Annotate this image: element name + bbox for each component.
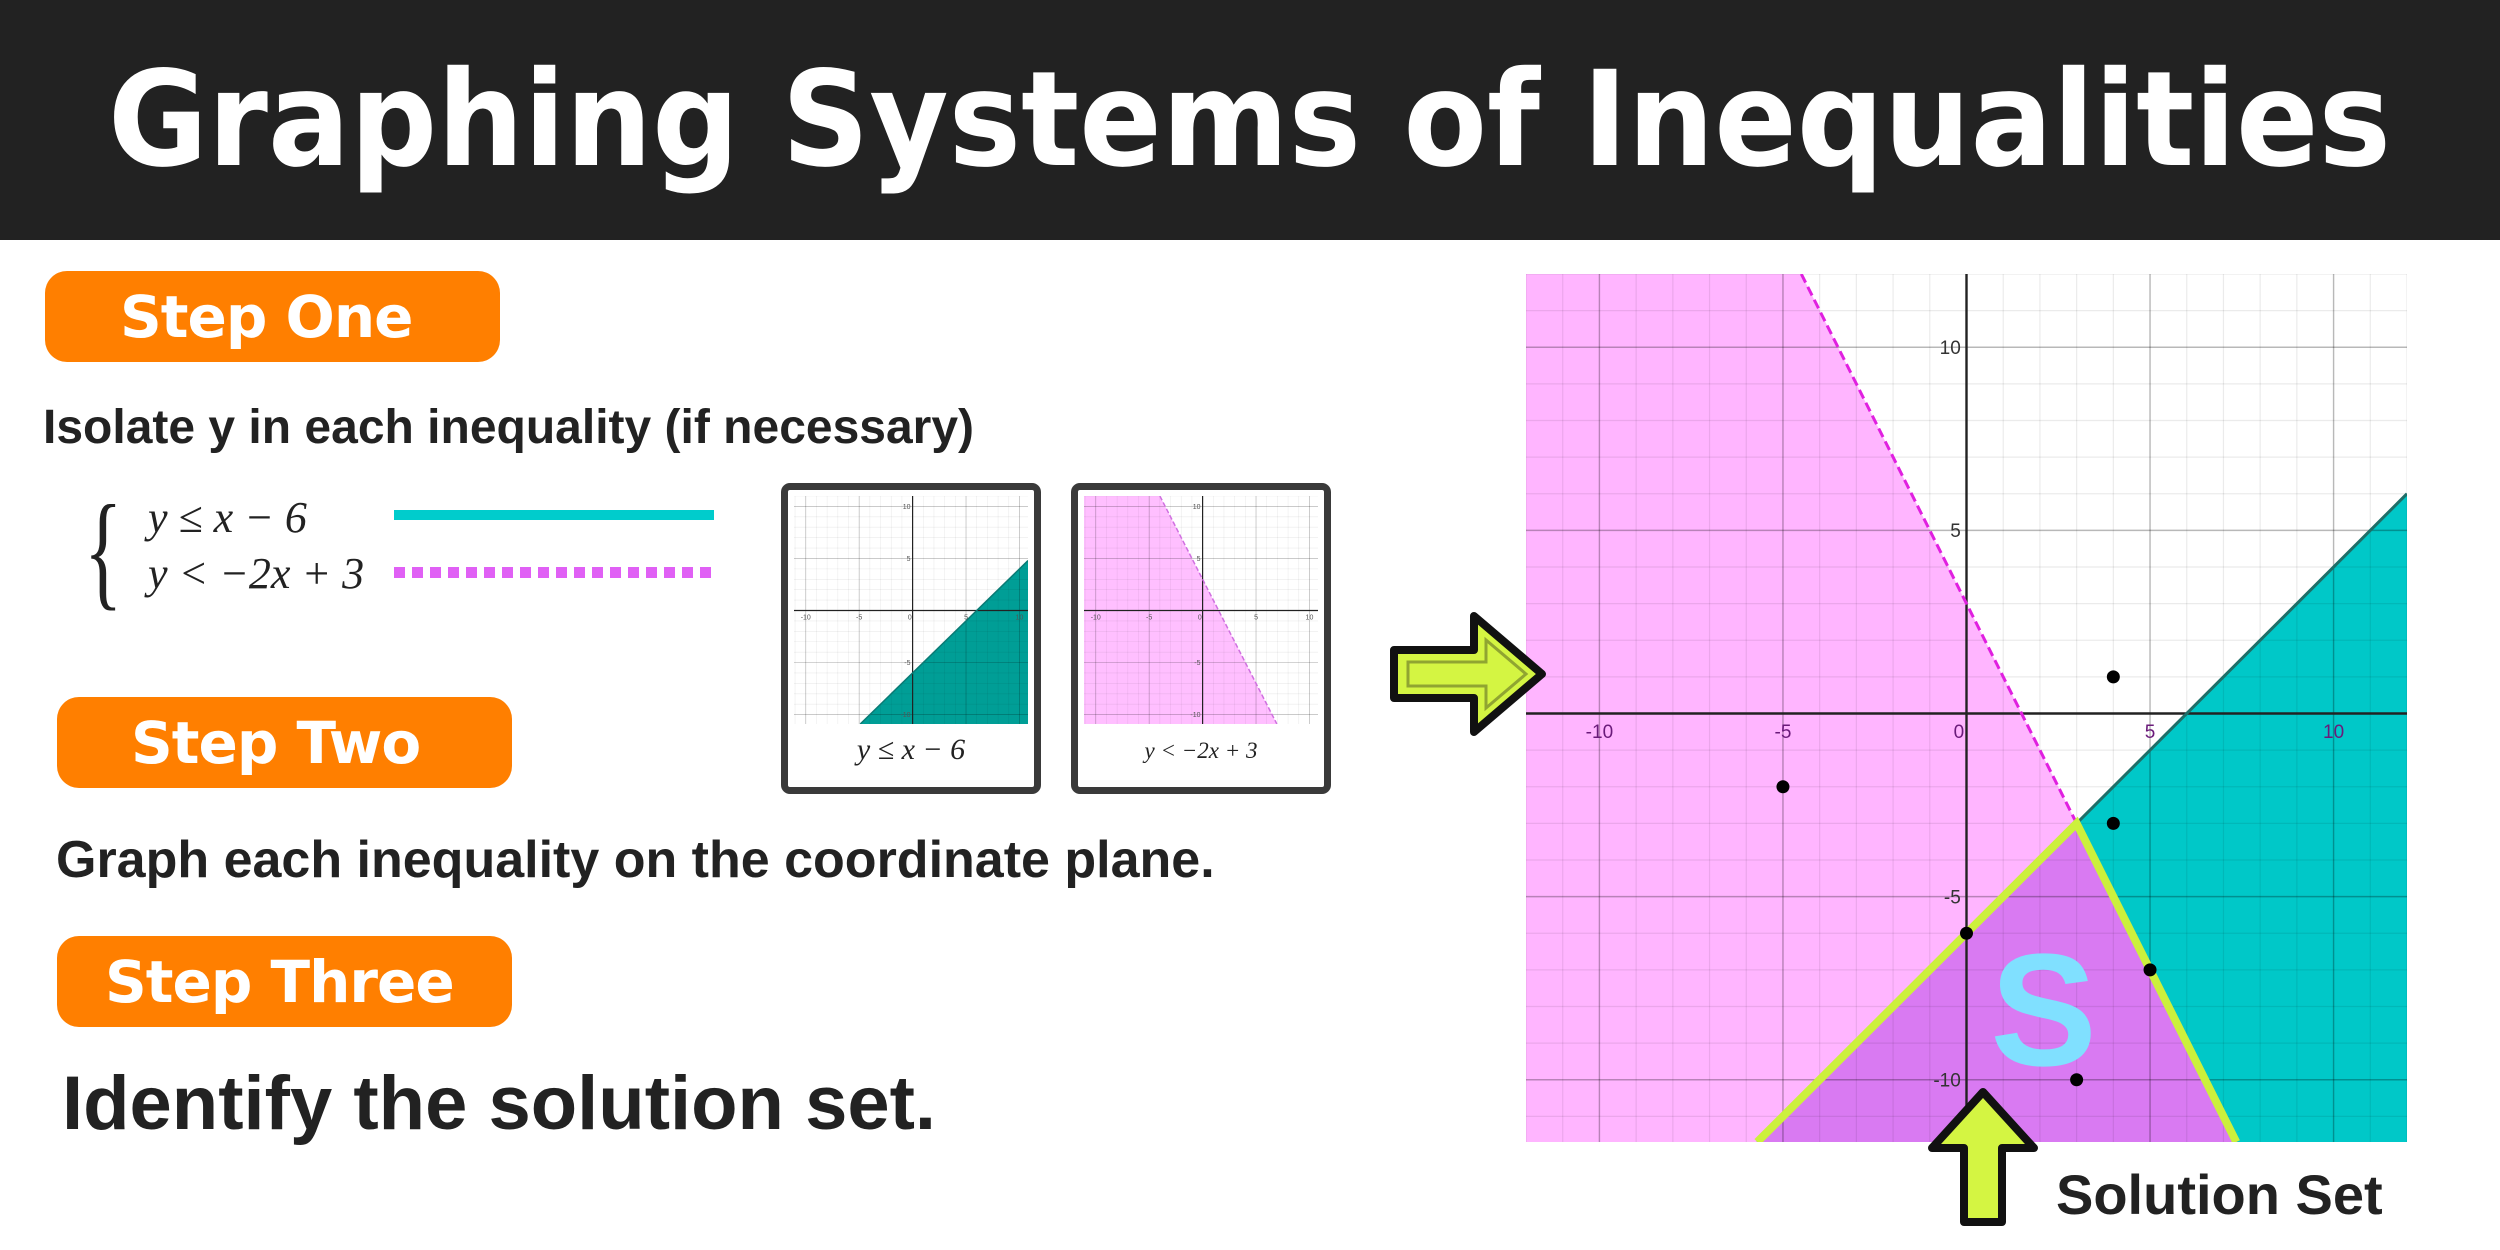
step-two-badge: Step Two [57, 697, 512, 788]
y-tick-label: 5 [1197, 556, 1201, 563]
thumbnail-card-1: -10 -5 0 5 10 10 5 -5 -10 y ≤ x − 6 [781, 483, 1041, 794]
x-tick-label: -10 [1091, 615, 1101, 622]
x-tick-label: -5 [1146, 615, 1152, 622]
page-title: Graphing Systems of Inequalities [108, 43, 2391, 197]
y-tick-label: 5 [907, 556, 911, 563]
x-tick-label: 5 [964, 615, 968, 622]
data-point [2106, 816, 2120, 830]
step-two-text: Graph each inequality on the coordinate … [56, 831, 1215, 889]
equation-1: y ≤ x − 6 [148, 493, 307, 542]
x-tick-label: 0 [1954, 722, 1965, 743]
x-tick-label: 5 [1254, 615, 1258, 622]
title-svg: Graphing Systems of Inequalities [108, 43, 2391, 197]
y-tick-label: -5 [1194, 660, 1200, 667]
y-tick-label: 10 [1193, 504, 1201, 511]
solution-label: S [1990, 920, 2097, 1099]
arrow-up-icon [1928, 1088, 2038, 1226]
data-point [1776, 780, 1790, 794]
data-point [2143, 963, 2157, 977]
y-tick-label: -10 [1190, 712, 1200, 719]
step-three-badge: Step Three [57, 936, 512, 1027]
y-tick-label: 10 [903, 504, 911, 511]
step-three-label: Step Three [105, 947, 455, 1016]
x-tick-label: 10 [2323, 722, 2344, 743]
thumbnail-graph-2: -10 -5 0 5 10 10 5 -5 -10 [1084, 496, 1318, 724]
solid-line-legend [394, 510, 714, 520]
step-two-label: Step Two [131, 708, 421, 777]
step-one-text: Isolate y in each inequality (if necessa… [43, 401, 975, 454]
dotted-line-legend [394, 567, 714, 578]
thumbnail-card-2: -10 -5 0 5 10 10 5 -5 -10 y < −2x + 3 [1071, 483, 1331, 794]
x-tick-label: -10 [801, 615, 811, 622]
step-one-badge: Step One [45, 271, 500, 362]
thumbnail-caption-1: y ≤ x − 6 [856, 733, 966, 766]
data-point [2106, 670, 2120, 684]
x-tick-label: 10 [1306, 615, 1314, 622]
arrow-right-icon [1390, 612, 1546, 736]
y-tick-label: 5 [1950, 521, 1961, 542]
x-tick-label: 0 [908, 615, 912, 622]
y-tick-label: 10 [1940, 338, 1961, 359]
x-tick-label: 0 [1198, 615, 1202, 622]
y-tick-label: -5 [1944, 887, 1961, 908]
step-three-text: Identify the solution set. [62, 1061, 937, 1146]
equation-2: y < −2x + 3 [148, 549, 365, 598]
x-tick-label: -10 [1586, 722, 1613, 743]
x-tick-label: -5 [1775, 722, 1792, 743]
header-bar: Graphing Systems of Inequalities [0, 0, 2500, 240]
system-brace: { [84, 481, 123, 623]
x-tick-label: 5 [2145, 722, 2156, 743]
step-one-label: Step One [120, 282, 413, 351]
x-tick-label: -5 [856, 615, 862, 622]
thumbnail-caption-2: y < −2x + 3 [1144, 738, 1258, 763]
solution-set-label: Solution Set [2056, 1163, 2383, 1226]
x-tick-label: 10 [1016, 615, 1024, 622]
main-graph: -10 -5 0 5 10105-5-10 S [1526, 274, 2407, 1142]
y-tick-label: -5 [904, 660, 910, 667]
thumbnail-graph-1: -10 -5 0 5 10 10 5 -5 -10 [794, 496, 1028, 724]
y-tick-label: -10 [900, 712, 910, 719]
data-point [1960, 926, 1973, 940]
